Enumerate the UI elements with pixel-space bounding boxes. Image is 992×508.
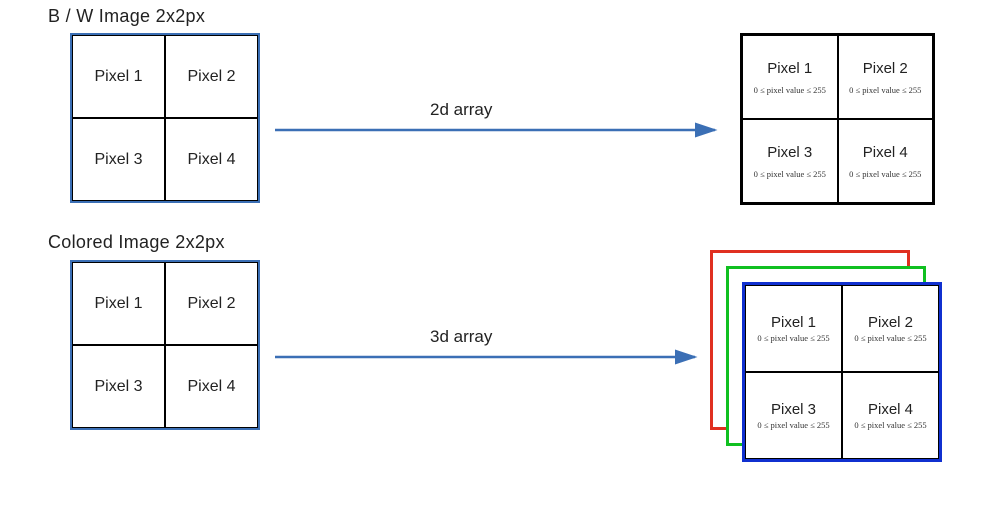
pixel-constraint: 0 ≤ pixel value ≤ 255 (754, 85, 826, 95)
color-source-grid: Pixel 1 Pixel 2 Pixel 3 Pixel 4 (70, 260, 260, 430)
color-src-cell-4: Pixel 4 (165, 345, 258, 428)
bw-title: B / W Image 2x2px (48, 6, 205, 27)
bw-source-grid: Pixel 1 Pixel 2 Pixel 3 Pixel 4 (70, 33, 260, 203)
pixel-label: Pixel 1 (771, 314, 816, 331)
pixel-label: Pixel 2 (863, 60, 908, 77)
pixel-label: Pixel 4 (868, 401, 913, 418)
pixel-constraint: 0 ≤ pixel value ≤ 255 (757, 333, 829, 343)
bw-src-cell-3: Pixel 3 (72, 118, 165, 201)
color-out-cell-1: Pixel 1 0 ≤ pixel value ≤ 255 (745, 285, 842, 372)
color-src-cell-2: Pixel 2 (165, 262, 258, 345)
pixel-label: Pixel 4 (187, 378, 235, 396)
arrow-2d (270, 115, 730, 145)
bw-output-grid: Pixel 1 0 ≤ pixel value ≤ 255 Pixel 2 0 … (740, 33, 935, 205)
bw-out-cell-1: Pixel 1 0 ≤ pixel value ≤ 255 (742, 35, 838, 119)
bw-out-cell-2: Pixel 2 0 ≤ pixel value ≤ 255 (838, 35, 934, 119)
pixel-label: Pixel 3 (767, 144, 812, 161)
pixel-constraint: 0 ≤ pixel value ≤ 255 (854, 420, 926, 430)
pixel-constraint: 0 ≤ pixel value ≤ 255 (757, 420, 829, 430)
pixel-label: Pixel 3 (771, 401, 816, 418)
bw-src-cell-1: Pixel 1 (72, 35, 165, 118)
color-out-cell-3: Pixel 3 0 ≤ pixel value ≤ 255 (745, 372, 842, 459)
color-src-cell-3: Pixel 3 (72, 345, 165, 428)
pixel-label: Pixel 3 (94, 378, 142, 396)
pixel-label: Pixel 2 (187, 68, 235, 86)
pixel-label: Pixel 2 (187, 295, 235, 313)
color-src-cell-1: Pixel 1 (72, 262, 165, 345)
bw-out-cell-4: Pixel 4 0 ≤ pixel value ≤ 255 (838, 119, 934, 203)
bw-src-cell-4: Pixel 4 (165, 118, 258, 201)
arrow-3d-label: 3d array (430, 327, 492, 347)
pixel-label: Pixel 4 (863, 144, 908, 161)
bw-src-cell-2: Pixel 2 (165, 35, 258, 118)
arrow-2d-label: 2d array (430, 100, 492, 120)
pixel-constraint: 0 ≤ pixel value ≤ 255 (754, 169, 826, 179)
pixel-label: Pixel 1 (94, 295, 142, 313)
pixel-constraint: 0 ≤ pixel value ≤ 255 (854, 333, 926, 343)
pixel-constraint: 0 ≤ pixel value ≤ 255 (849, 169, 921, 179)
color-out-cell-2: Pixel 2 0 ≤ pixel value ≤ 255 (842, 285, 939, 372)
bw-out-cell-3: Pixel 3 0 ≤ pixel value ≤ 255 (742, 119, 838, 203)
pixel-label: Pixel 4 (187, 151, 235, 169)
pixel-label: Pixel 3 (94, 151, 142, 169)
color-out-cell-4: Pixel 4 0 ≤ pixel value ≤ 255 (842, 372, 939, 459)
channel-layer-blue: Pixel 1 0 ≤ pixel value ≤ 255 Pixel 2 0 … (742, 282, 942, 462)
pixel-constraint: 0 ≤ pixel value ≤ 255 (849, 85, 921, 95)
pixel-label: Pixel 1 (94, 68, 142, 86)
pixel-label: Pixel 1 (767, 60, 812, 77)
pixel-label: Pixel 2 (868, 314, 913, 331)
color-title: Colored Image 2x2px (48, 232, 225, 253)
